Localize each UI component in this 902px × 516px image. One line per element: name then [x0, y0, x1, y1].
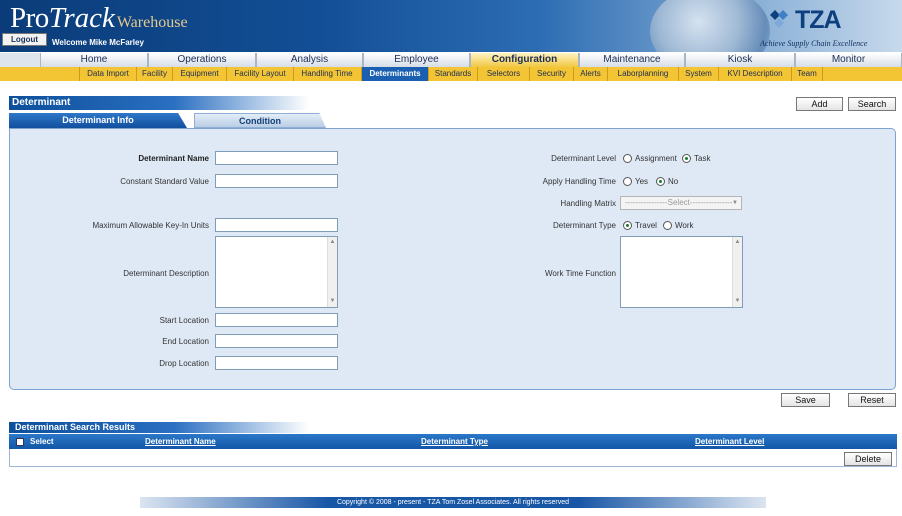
work-time-function-label: Work Time Function [545, 269, 616, 278]
type-work-radio[interactable] [663, 221, 672, 230]
globe-graphic [650, 0, 770, 52]
type-travel-radio[interactable] [623, 221, 632, 230]
scroll-up-icon[interactable]: ▲ [733, 238, 742, 247]
subnav-alerts[interactable]: Alerts [573, 67, 607, 81]
handling-matrix-value: ----------------Select---------------- [625, 198, 733, 207]
select-all-checkbox[interactable] [16, 438, 24, 446]
col-select: Select [30, 437, 54, 446]
level-task-label: Task [694, 154, 711, 163]
determinant-name-input[interactable] [215, 151, 338, 165]
tza-logo-text: TZA [795, 6, 842, 34]
scroll-down-icon[interactable]: ▼ [733, 297, 742, 306]
header-banner: ProTrack Warehouse Logout Welcome Mike Mc… [0, 0, 902, 52]
max-keyin-input[interactable] [215, 218, 338, 232]
brand-logo: ProTrack Warehouse [10, 2, 188, 35]
add-button[interactable]: Add [796, 97, 843, 111]
brand-pro: Pro [10, 2, 49, 34]
max-keyin-label: Maximum Allowable Key-In Units [92, 221, 209, 230]
subnav-equipment[interactable]: Equipment [172, 67, 226, 81]
subnav-standards[interactable]: Standards [428, 67, 477, 81]
level-assignment-label: Assignment [635, 154, 677, 163]
tab-determinant-info[interactable]: Determinant Info [9, 113, 187, 128]
determinant-name-label: Determinant Name [138, 154, 209, 163]
search-results-title: Determinant Search Results [9, 422, 309, 433]
determinant-type-label: Determinant Type [553, 221, 616, 230]
subnav-system[interactable]: System [678, 67, 718, 81]
nav-kiosk[interactable]: Kiosk [685, 53, 795, 67]
apply-yes-label: Yes [635, 177, 649, 186]
end-location-label: End Location [162, 337, 209, 346]
start-location-input[interactable] [215, 313, 338, 327]
results-body [9, 449, 897, 467]
type-travel-label: Travel [635, 221, 657, 230]
subnav-team[interactable]: Team [791, 67, 823, 81]
subnav-determinants[interactable]: Determinants [361, 67, 428, 81]
apply-no-label: No [668, 177, 679, 186]
main-nav: Home Operations Analysis Employee Config… [0, 53, 902, 67]
footer-copyright: Copyright © 2008 - present - TZA Tom Zos… [140, 497, 766, 508]
logout-button[interactable]: Logout [2, 33, 47, 46]
apply-no-radio[interactable] [656, 177, 665, 186]
sub-nav: Data Import Facility Equipment Facility … [0, 67, 902, 81]
constant-standard-input[interactable] [215, 174, 338, 188]
subnav-kvi-description[interactable]: KVI Description [718, 67, 791, 81]
col-determinant-level[interactable]: Determinant Level [695, 434, 764, 449]
nav-maintenance[interactable]: Maintenance [579, 53, 685, 67]
start-location-label: Start Location [159, 316, 209, 325]
apply-handling-label: Apply Handling Time [542, 177, 616, 186]
scroll-up-icon[interactable]: ▲ [328, 238, 337, 247]
type-work-label: Work [675, 221, 694, 230]
welcome-text: Welcome Mike McFarley [52, 38, 144, 47]
handling-matrix-label: Handling Matrix [560, 199, 616, 208]
col-determinant-type[interactable]: Determinant Type [421, 434, 488, 449]
search-button[interactable]: Search [848, 97, 896, 111]
col-determinant-name[interactable]: Determinant Name [145, 434, 216, 449]
brand-sub: Warehouse [116, 14, 188, 31]
subnav-data-import[interactable]: Data Import [79, 67, 136, 81]
drop-location-label: Drop Location [159, 359, 209, 368]
apply-yes-radio[interactable] [623, 177, 632, 186]
subnav-handling-time[interactable]: Handling Time [293, 67, 360, 81]
worktime-scrollbar[interactable]: ▲ ▼ [732, 237, 742, 307]
drop-location-input[interactable] [215, 356, 338, 370]
work-time-function-textarea[interactable]: ▲ ▼ [620, 236, 743, 308]
protrack-app: ProTrack Warehouse Logout Welcome Mike Mc… [0, 0, 902, 516]
nav-monitor[interactable]: Monitor [795, 53, 902, 67]
nav-analysis[interactable]: Analysis [256, 53, 363, 67]
subnav-facility-layout[interactable]: Facility Layout [226, 67, 293, 81]
nav-operations[interactable]: Operations [148, 53, 256, 67]
handling-matrix-select[interactable]: ----------------Select---------------- ▼ [620, 196, 742, 210]
tab-condition[interactable]: Condition [194, 113, 326, 128]
delete-button[interactable]: Delete [844, 452, 892, 466]
description-scrollbar[interactable]: ▲ ▼ [327, 237, 337, 307]
save-button[interactable]: Save [781, 393, 830, 407]
chevron-down-icon: ▼ [732, 200, 738, 206]
nav-employee[interactable]: Employee [363, 53, 470, 67]
page-title: Determinant [9, 96, 309, 110]
tza-diamond-icon [770, 10, 788, 28]
brand-track: Track [48, 2, 115, 34]
subnav-facility[interactable]: Facility [136, 67, 172, 81]
end-location-input[interactable] [215, 334, 338, 348]
level-assignment-radio[interactable] [623, 154, 632, 163]
constant-standard-label: Constant Standard Value [120, 177, 209, 186]
nav-configuration[interactable]: Configuration [470, 53, 579, 67]
subnav-laborplanning[interactable]: Laborplanning [607, 67, 678, 81]
results-header-row: Select Determinant Name Determinant Type… [9, 434, 897, 449]
level-task-radio[interactable] [682, 154, 691, 163]
determinant-description-label: Determinant Description [123, 269, 209, 278]
tza-tagline: Achieve Supply Chain Excellence [760, 39, 868, 48]
nav-home[interactable]: Home [40, 53, 148, 67]
determinant-form-panel: Determinant Name Constant Standard Value… [9, 128, 896, 390]
scroll-down-icon[interactable]: ▼ [328, 297, 337, 306]
reset-button[interactable]: Reset [848, 393, 896, 407]
determinant-level-label: Determinant Level [551, 154, 616, 163]
subnav-selectors[interactable]: Selectors [477, 67, 529, 81]
subnav-security[interactable]: Security [529, 67, 573, 81]
determinant-description-textarea[interactable]: ▲ ▼ [215, 236, 338, 308]
